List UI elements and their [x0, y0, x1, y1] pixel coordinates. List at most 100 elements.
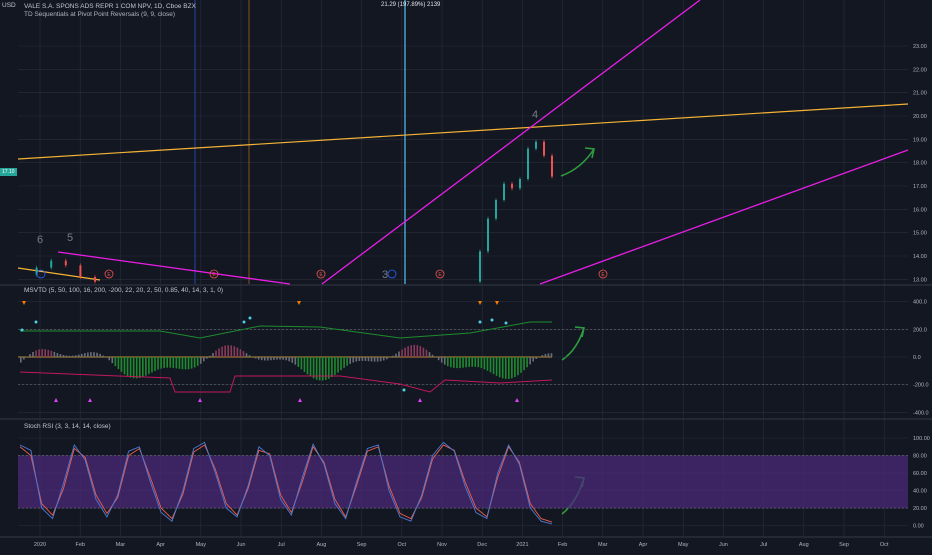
msvtd-bar	[548, 353, 550, 357]
y-tick-label: 100.00	[913, 436, 930, 442]
msvtd-bar	[535, 357, 537, 359]
msvtd-bar	[392, 356, 394, 357]
msvtd-bar	[432, 355, 434, 357]
msvtd-bar	[209, 356, 211, 357]
msvtd-bar	[38, 349, 40, 357]
msvtd-top-marker	[22, 301, 26, 305]
y-tick-label: 80.00	[913, 454, 927, 460]
msvtd-bar	[139, 357, 141, 378]
msvtd-bar	[133, 357, 135, 378]
msvtd-bar	[450, 357, 452, 367]
msvtd-bar	[343, 357, 345, 368]
x-tick-label: 2020	[34, 542, 46, 548]
symbol-legend[interactable]: VALE S.A. SPONS ADS REPR 1 COM NPV, 1D, …	[24, 3, 196, 10]
msvtd-bar	[331, 357, 333, 377]
msvtd-bar	[462, 357, 464, 368]
msvtd-bar	[542, 355, 544, 357]
msvtd-bar	[441, 357, 443, 363]
earnings-label: E	[601, 272, 605, 278]
msvtd-bar	[484, 357, 486, 369]
msvtd-bar	[313, 357, 315, 378]
msvtd-bar	[298, 357, 300, 367]
msvtd-bar	[261, 357, 263, 360]
x-tick-label: Jun	[719, 542, 728, 548]
x-tick-label: Jul	[760, 542, 767, 548]
x-tick-label: Feb	[75, 542, 84, 548]
msvtd-bar	[136, 357, 138, 378]
green-arrow	[562, 328, 584, 360]
candle	[511, 184, 513, 189]
msvtd-bar	[389, 357, 391, 358]
msvtd-bar	[57, 353, 59, 357]
msvtd-bar	[380, 357, 382, 361]
msvtd-bar	[496, 357, 498, 376]
y-tick-label: 13.00	[913, 277, 927, 283]
msvtd-bar	[215, 350, 217, 357]
msvtd-bottom-marker	[88, 398, 92, 402]
msvtd-bar	[41, 349, 43, 357]
msvtd-bar	[420, 346, 422, 357]
x-tick-label: Oct	[398, 542, 407, 548]
msvtd-bar	[102, 356, 104, 357]
msvtd-bar	[227, 345, 229, 357]
msvtd-bar	[249, 355, 251, 357]
msvtd-bar	[453, 357, 455, 368]
candle	[519, 179, 521, 188]
msvtd-bar	[154, 357, 156, 371]
candle	[495, 200, 497, 219]
msvtd-bar	[69, 356, 71, 357]
msvtd-bar	[368, 357, 370, 361]
indicator-legend[interactable]: TD Sequentials at Pivot Point Reversals …	[24, 11, 175, 18]
stoch-legend[interactable]: Stoch RSI (3, 3, 14, 14, close)	[24, 423, 111, 430]
currency-label: USD	[2, 2, 16, 9]
msvtd-bar	[47, 350, 49, 357]
msvtd-signal-dot	[479, 321, 482, 324]
msvtd-signal-dot	[491, 319, 494, 322]
msvtd-bar	[124, 357, 126, 374]
msvtd-bar	[224, 346, 226, 357]
msvtd-bar	[386, 357, 388, 359]
msvtd-bar	[72, 356, 74, 357]
msvtd-bar	[212, 353, 214, 357]
td-count-label: 4	[532, 109, 538, 121]
msvtd-bar	[395, 354, 397, 357]
y-tick-label: 14.00	[913, 254, 927, 260]
msvtd-bottom-marker	[298, 398, 302, 402]
msvtd-signal-dot	[403, 389, 406, 392]
msvtd-legend[interactable]: MSVTD (5, 50, 100, 16, 200, -200, 22, 20…	[24, 287, 223, 294]
msvtd-bar	[532, 357, 534, 361]
msvtd-bar	[157, 357, 159, 370]
msvtd-bar	[108, 357, 110, 360]
x-tick-label: Dec	[477, 542, 487, 548]
msvtd-bar	[520, 357, 522, 373]
msvtd-bar	[456, 357, 458, 368]
candle	[551, 156, 553, 177]
msvtd-bar	[188, 357, 190, 369]
msvtd-bar	[90, 352, 92, 357]
msvtd-bar	[502, 357, 504, 378]
msvtd-bar	[176, 357, 178, 368]
msvtd-bar	[517, 357, 519, 375]
msvtd-bar	[32, 352, 34, 357]
msvtd-bar	[20, 357, 22, 363]
msvtd-bar	[54, 352, 56, 357]
msvtd-bar	[130, 357, 132, 378]
msvtd-bar	[371, 357, 373, 362]
y-tick-label: 20.00	[913, 506, 927, 512]
chart-canvas[interactable]: 2020FebMarAprMayJunJulAugSepOctNovDec202…	[0, 0, 932, 550]
msvtd-bar	[185, 357, 187, 369]
msvtd-bar	[468, 357, 470, 367]
msvtd-bar	[151, 357, 153, 373]
msvtd-bar	[230, 345, 232, 357]
candle	[65, 261, 67, 266]
candle	[479, 251, 481, 281]
chart-svg[interactable]: 2020FebMarAprMayJunJulAugSepOctNovDec202…	[0, 0, 932, 550]
msvtd-bar	[444, 357, 446, 365]
orange-trendline	[18, 104, 908, 159]
msvtd-bar	[493, 357, 495, 374]
msvtd-bar	[75, 355, 77, 357]
msvtd-bar	[84, 353, 86, 357]
msvtd-bar	[35, 350, 37, 357]
msvtd-bar	[426, 350, 428, 357]
msvtd-bar	[490, 357, 492, 372]
